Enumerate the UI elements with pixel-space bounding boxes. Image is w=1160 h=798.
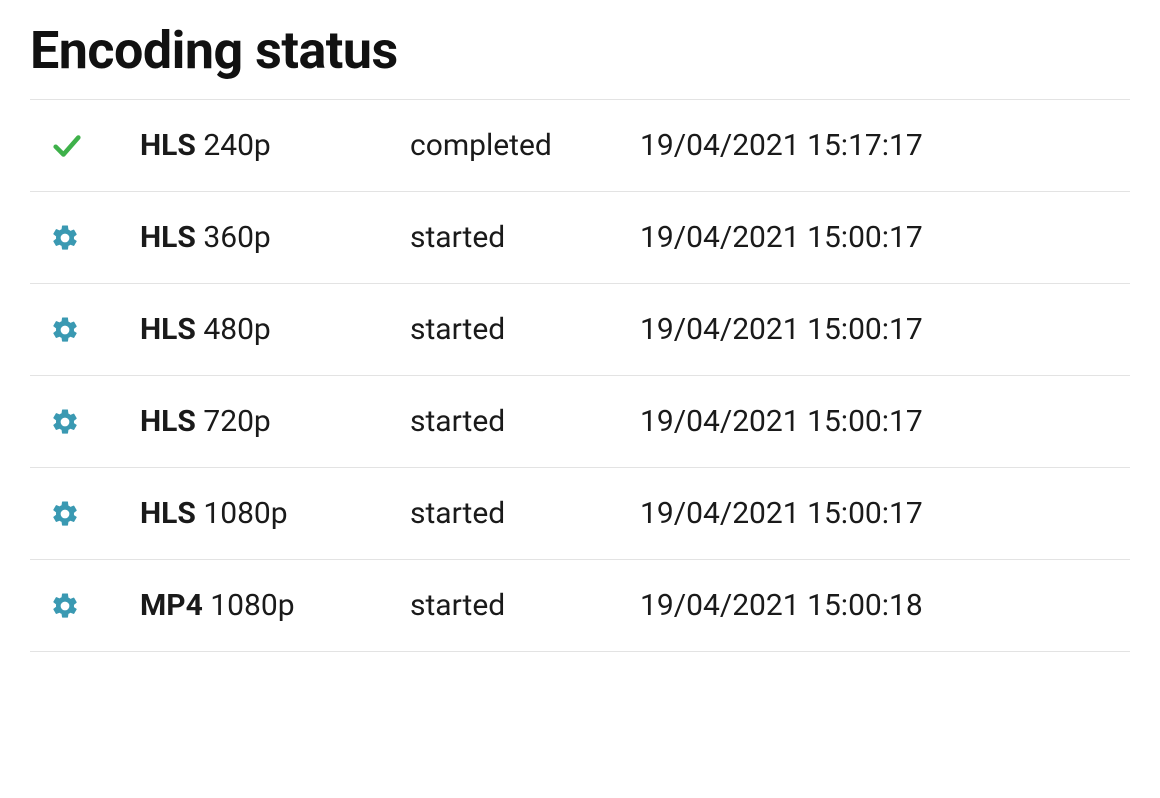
resolution-label: 480p <box>203 312 270 347</box>
format-cell: MP4 1080p <box>140 588 410 623</box>
status-text: started <box>410 404 640 439</box>
format-label: HLS <box>140 496 196 531</box>
format-label: HLS <box>140 312 196 347</box>
timestamp-text: 19/04/2021 15:00:17 <box>640 496 1130 531</box>
encoding-status-table: HLS 240p completed 19/04/2021 15:17:17 H… <box>30 99 1130 652</box>
check-icon <box>50 129 84 163</box>
gear-icon <box>50 591 80 621</box>
timestamp-text: 19/04/2021 15:00:17 <box>640 404 1130 439</box>
table-row: HLS 720p started 19/04/2021 15:00:17 <box>30 375 1130 467</box>
format-cell: HLS 480p <box>140 312 410 347</box>
timestamp-text: 19/04/2021 15:17:17 <box>640 128 1130 163</box>
table-row: HLS 240p completed 19/04/2021 15:17:17 <box>30 99 1130 191</box>
gear-icon <box>50 315 80 345</box>
table-row: HLS 1080p started 19/04/2021 15:00:17 <box>30 467 1130 559</box>
status-icon-cell <box>50 315 140 345</box>
resolution-label: 720p <box>203 404 270 439</box>
resolution-label: 240p <box>203 128 270 163</box>
format-label: HLS <box>140 404 196 439</box>
table-row: HLS 480p started 19/04/2021 15:00:17 <box>30 283 1130 375</box>
format-label: HLS <box>140 128 196 163</box>
status-icon-cell <box>50 223 140 253</box>
status-icon-cell <box>50 407 140 437</box>
format-cell: HLS 720p <box>140 404 410 439</box>
page-title: Encoding status <box>30 20 1130 81</box>
status-icon-cell <box>50 499 140 529</box>
table-row: HLS 360p started 19/04/2021 15:00:17 <box>30 191 1130 283</box>
format-cell: HLS 360p <box>140 220 410 255</box>
timestamp-text: 19/04/2021 15:00:17 <box>640 312 1130 347</box>
format-cell: HLS 240p <box>140 128 410 163</box>
format-label: HLS <box>140 220 196 255</box>
status-text: completed <box>410 128 640 163</box>
gear-icon <box>50 407 80 437</box>
resolution-label: 1080p <box>203 496 287 531</box>
status-text: started <box>410 220 640 255</box>
status-text: started <box>410 496 640 531</box>
status-text: started <box>410 312 640 347</box>
format-cell: HLS 1080p <box>140 496 410 531</box>
gear-icon <box>50 499 80 529</box>
status-icon-cell <box>50 591 140 621</box>
timestamp-text: 19/04/2021 15:00:17 <box>640 220 1130 255</box>
status-icon-cell <box>50 129 140 163</box>
gear-icon <box>50 223 80 253</box>
resolution-label: 1080p <box>210 588 294 623</box>
status-text: started <box>410 588 640 623</box>
table-row: MP4 1080p started 19/04/2021 15:00:18 <box>30 559 1130 652</box>
resolution-label: 360p <box>203 220 270 255</box>
format-label: MP4 <box>140 588 203 623</box>
timestamp-text: 19/04/2021 15:00:18 <box>640 588 1130 623</box>
